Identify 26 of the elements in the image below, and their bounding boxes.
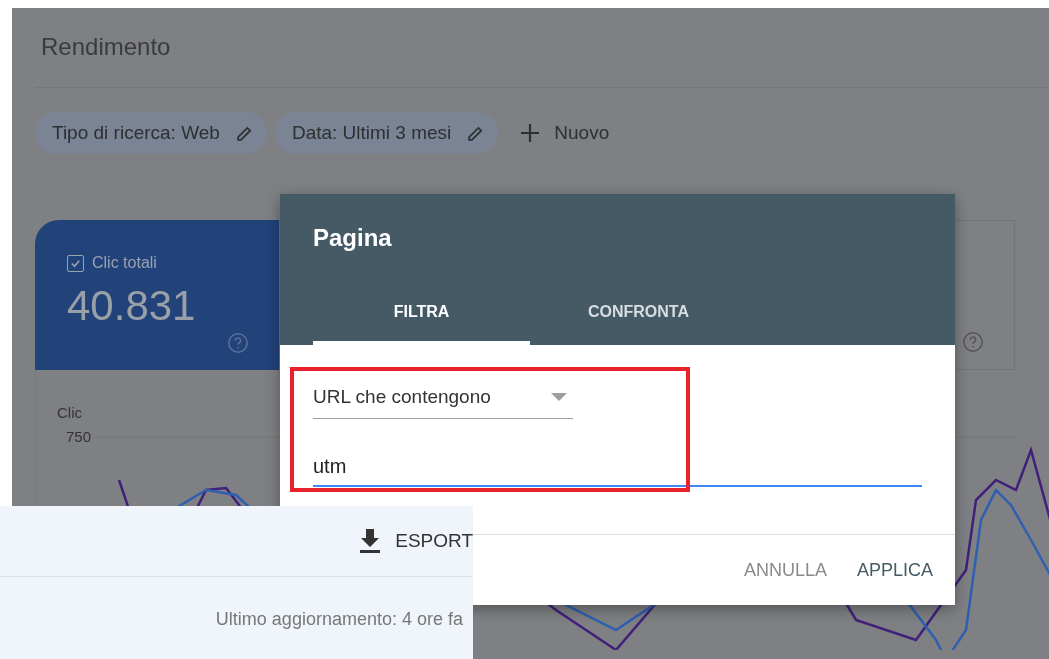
- dropdown-caret-icon: [551, 392, 567, 401]
- filter-chip[interactable]: Tipo di ricerca: Web: [35, 112, 267, 154]
- metric-card[interactable]: Clic totali 40.831: [35, 220, 279, 370]
- new-filter-button[interactable]: Nuovo: [506, 112, 624, 154]
- metric-value: 40.831: [67, 282, 197, 330]
- dialog-title: Pagina: [313, 224, 393, 252]
- check-icon: [70, 257, 81, 269]
- checkbox[interactable]: [67, 254, 84, 272]
- help-icon[interactable]: [962, 331, 984, 353]
- apply-button[interactable]: APPLICA: [846, 551, 943, 589]
- last-updated-text: Ultimo aggiornamento: 4 ore fa: [214, 608, 464, 630]
- pencil-icon: [467, 124, 485, 142]
- axis-label: Clic: [57, 404, 82, 421]
- condition-dropdown[interactable]: URL che contengono: [313, 375, 573, 419]
- page-title: Rendimento: [41, 32, 171, 61]
- help-icon[interactable]: [226, 332, 249, 354]
- dialog-tab[interactable]: CONFRONTA: [530, 277, 747, 345]
- pencil-icon: [235, 124, 253, 142]
- cancel-button[interactable]: ANNULLA: [733, 551, 837, 589]
- metric-label: Clic totali: [92, 254, 157, 272]
- filter-chip[interactable]: Data: Ultimi 3 mesi: [274, 112, 499, 154]
- export-button[interactable]: ESPORT: [359, 529, 473, 553]
- dialog-tab[interactable]: FILTRA: [313, 277, 530, 345]
- axis-tick: 750: [66, 428, 92, 445]
- plus-icon: [520, 123, 541, 143]
- download-icon: [359, 529, 382, 553]
